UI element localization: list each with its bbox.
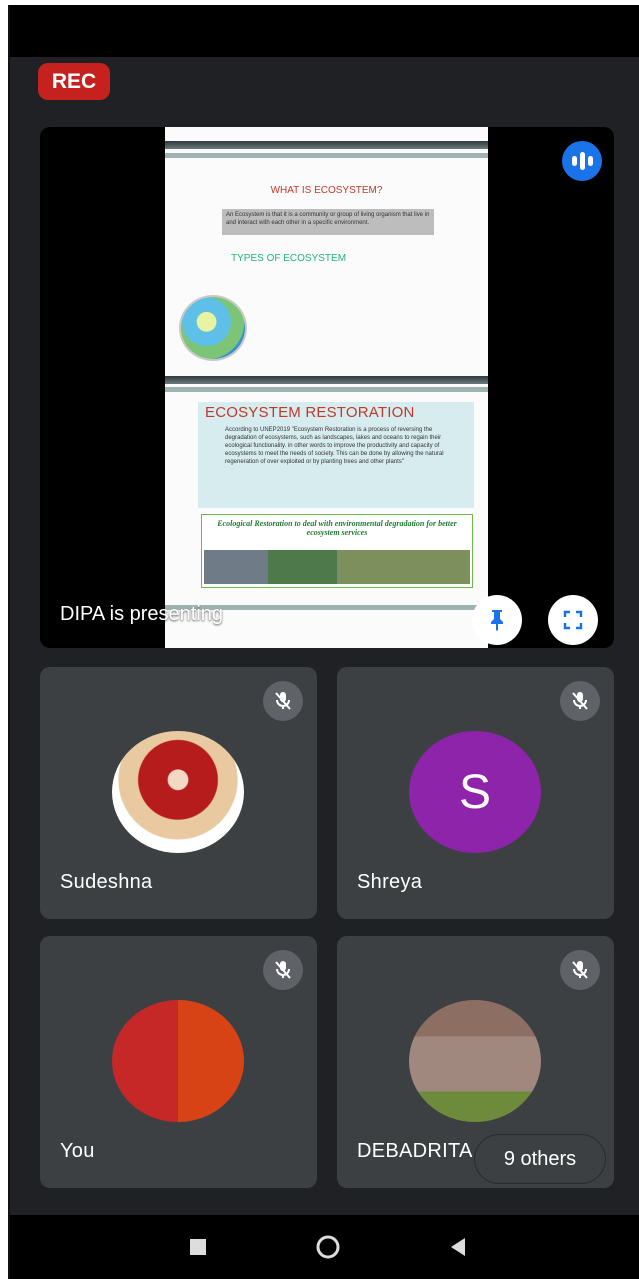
presentation-tile[interactable]: WHAT IS ECOSYSTEM? An Ecosystem is that …	[40, 127, 614, 648]
audio-indicator-icon	[562, 141, 602, 181]
presenting-label: DIPA is presenting	[60, 603, 224, 625]
nav-back-icon	[451, 1238, 465, 1256]
meet-screen: REC WHAT IS ECOSYSTEM? An Ecosystem is t…	[8, 5, 639, 1279]
nav-recents-icon	[190, 1239, 206, 1255]
recording-badge: REC	[38, 63, 110, 100]
slide-banner-text: Ecological Restoration to deal with envi…	[217, 519, 457, 537]
slide-banner: Ecological Restoration to deal with envi…	[201, 514, 473, 588]
slide-restoration-text: According to UNEP2019 "Ecosystem Restora…	[225, 427, 444, 465]
nav-home-icon	[316, 1235, 340, 1259]
avatar	[409, 1000, 541, 1122]
pin-button[interactable]	[472, 595, 522, 645]
participant-name: Shreya	[357, 871, 423, 893]
slide-top-bar	[165, 141, 488, 149]
participant-name: You	[60, 1140, 95, 1162]
participant-name: DEBADRITA	[357, 1140, 473, 1162]
slide-heading-restoration: ECOSYSTEM RESTORATION	[205, 404, 415, 421]
slide-mid-bar	[165, 376, 488, 384]
slide-heading-types: TYPES OF ECOSYSTEM	[231, 253, 347, 264]
mic-off-icon	[560, 681, 600, 721]
avatar	[112, 1000, 244, 1122]
nav-recents-button[interactable]	[168, 1215, 228, 1279]
fullscreen-icon	[563, 610, 583, 630]
slide-mid-bar-accent	[165, 387, 488, 392]
slide-definition: An Ecosystem is that it is a community o…	[222, 209, 434, 235]
slide-heading-what-is: WHAT IS ECOSYSTEM?	[270, 185, 383, 196]
ecosystem-globe-image	[179, 295, 247, 361]
mic-off-icon	[560, 950, 600, 990]
avatar: S	[409, 731, 541, 853]
slide-banner-photos	[204, 550, 470, 584]
status-bar	[10, 5, 639, 57]
participant-name: Sudeshna	[60, 871, 153, 893]
avatar	[112, 731, 244, 853]
nav-home-button[interactable]	[298, 1215, 358, 1279]
participant-tile-sudeshna[interactable]: Sudeshna	[40, 667, 317, 919]
participant-tile-shreya[interactable]: S Shreya	[337, 667, 614, 919]
mic-off-icon	[263, 950, 303, 990]
others-button[interactable]: 9 others	[475, 1135, 605, 1183]
fullscreen-button[interactable]	[548, 595, 598, 645]
pin-icon	[491, 610, 503, 631]
participant-tile-you[interactable]: You	[40, 936, 317, 1188]
slide-top-bar-accent	[165, 153, 488, 158]
navigation-bar	[10, 1215, 639, 1279]
shared-slide: WHAT IS ECOSYSTEM? An Ecosystem is that …	[165, 127, 488, 648]
nav-back-button[interactable]	[428, 1215, 488, 1279]
mic-off-icon	[263, 681, 303, 721]
